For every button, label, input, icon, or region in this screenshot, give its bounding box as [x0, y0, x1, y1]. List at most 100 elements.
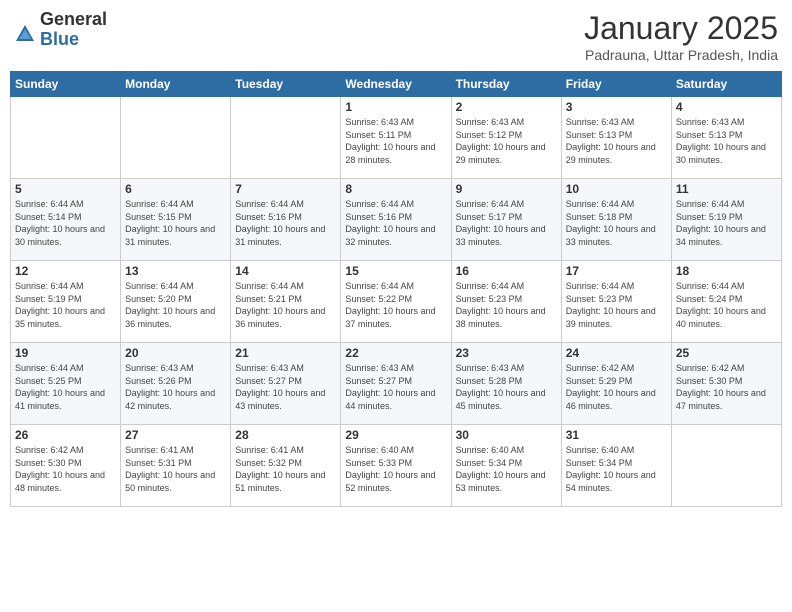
table-row: 9 Sunrise: 6:44 AM Sunset: 5:17 PM Daylig… [451, 179, 561, 261]
table-row: 31 Sunrise: 6:40 AM Sunset: 5:34 PM Dayli… [561, 425, 671, 507]
day-number: 9 [456, 182, 557, 196]
header: General Blue January 2025 Padrauna, Utta… [10, 10, 782, 63]
day-info: Sunrise: 6:43 AM Sunset: 5:26 PM Dayligh… [125, 362, 226, 412]
day-info: Sunrise: 6:41 AM Sunset: 5:31 PM Dayligh… [125, 444, 226, 494]
day-number: 11 [676, 182, 777, 196]
day-number: 19 [15, 346, 116, 360]
day-info: Sunrise: 6:43 AM Sunset: 5:11 PM Dayligh… [345, 116, 446, 166]
day-info: Sunrise: 6:42 AM Sunset: 5:30 PM Dayligh… [676, 362, 777, 412]
table-row: 30 Sunrise: 6:40 AM Sunset: 5:34 PM Dayli… [451, 425, 561, 507]
day-info: Sunrise: 6:44 AM Sunset: 5:22 PM Dayligh… [345, 280, 446, 330]
day-info: Sunrise: 6:44 AM Sunset: 5:20 PM Dayligh… [125, 280, 226, 330]
day-info: Sunrise: 6:44 AM Sunset: 5:21 PM Dayligh… [235, 280, 336, 330]
day-number: 20 [125, 346, 226, 360]
day-number: 2 [456, 100, 557, 114]
day-number: 24 [566, 346, 667, 360]
day-info: Sunrise: 6:44 AM Sunset: 5:23 PM Dayligh… [456, 280, 557, 330]
day-number: 8 [345, 182, 446, 196]
table-row [671, 425, 781, 507]
day-number: 27 [125, 428, 226, 442]
day-number: 21 [235, 346, 336, 360]
day-number: 25 [676, 346, 777, 360]
table-row: 11 Sunrise: 6:44 AM Sunset: 5:19 PM Dayli… [671, 179, 781, 261]
table-row: 29 Sunrise: 6:40 AM Sunset: 5:33 PM Dayli… [341, 425, 451, 507]
table-row: 1 Sunrise: 6:43 AM Sunset: 5:11 PM Daylig… [341, 97, 451, 179]
calendar-week-row: 1 Sunrise: 6:43 AM Sunset: 5:11 PM Daylig… [11, 97, 782, 179]
col-friday: Friday [561, 72, 671, 97]
col-sunday: Sunday [11, 72, 121, 97]
calendar-header-row: Sunday Monday Tuesday Wednesday Thursday… [11, 72, 782, 97]
table-row: 20 Sunrise: 6:43 AM Sunset: 5:26 PM Dayli… [121, 343, 231, 425]
day-info: Sunrise: 6:44 AM Sunset: 5:16 PM Dayligh… [235, 198, 336, 248]
table-row: 4Sunrise: 6:43 AM Sunset: 5:13 PM Daylig… [671, 97, 781, 179]
day-info: Sunrise: 6:43 AM Sunset: 5:27 PM Dayligh… [235, 362, 336, 412]
day-number: 28 [235, 428, 336, 442]
day-number: 16 [456, 264, 557, 278]
day-number: 30 [456, 428, 557, 442]
logo: General Blue [14, 10, 107, 50]
table-row: 14 Sunrise: 6:44 AM Sunset: 5:21 PM Dayli… [231, 261, 341, 343]
page: General Blue January 2025 Padrauna, Utta… [0, 0, 792, 612]
table-row: 8Sunrise: 6:44 AM Sunset: 5:16 PM Daylig… [341, 179, 451, 261]
col-wednesday: Wednesday [341, 72, 451, 97]
location-title: Padrauna, Uttar Pradesh, India [584, 47, 778, 63]
day-info: Sunrise: 6:43 AM Sunset: 5:12 PM Dayligh… [456, 116, 557, 166]
table-row: 25 Sunrise: 6:42 AM Sunset: 5:30 PM Dayli… [671, 343, 781, 425]
day-info: Sunrise: 6:43 AM Sunset: 5:13 PM Dayligh… [676, 116, 777, 166]
day-info: Sunrise: 6:44 AM Sunset: 5:14 PM Dayligh… [15, 198, 116, 248]
table-row: 23 Sunrise: 6:43 AM Sunset: 5:28 PM Dayli… [451, 343, 561, 425]
day-number: 15 [345, 264, 446, 278]
col-saturday: Saturday [671, 72, 781, 97]
table-row: 5 Sunrise: 6:44 AM Sunset: 5:14 PM Daylig… [11, 179, 121, 261]
day-number: 31 [566, 428, 667, 442]
calendar-week-row: 12Sunrise: 6:44 AM Sunset: 5:19 PM Dayli… [11, 261, 782, 343]
logo-general-text: General [40, 9, 107, 29]
table-row: 15 Sunrise: 6:44 AM Sunset: 5:22 PM Dayli… [341, 261, 451, 343]
table-row: 18Sunrise: 6:44 AM Sunset: 5:24 PM Dayli… [671, 261, 781, 343]
day-info: Sunrise: 6:44 AM Sunset: 5:19 PM Dayligh… [676, 198, 777, 248]
table-row: 17 Sunrise: 6:44 AM Sunset: 5:23 PM Dayli… [561, 261, 671, 343]
day-number: 10 [566, 182, 667, 196]
day-info: Sunrise: 6:42 AM Sunset: 5:29 PM Dayligh… [566, 362, 667, 412]
col-monday: Monday [121, 72, 231, 97]
table-row: 10 Sunrise: 6:44 AM Sunset: 5:18 PM Dayli… [561, 179, 671, 261]
title-block: January 2025 Padrauna, Uttar Pradesh, In… [584, 10, 778, 63]
logo-blue-text: Blue [40, 29, 79, 49]
day-number: 1 [345, 100, 446, 114]
day-info: Sunrise: 6:40 AM Sunset: 5:33 PM Dayligh… [345, 444, 446, 494]
day-info: Sunrise: 6:40 AM Sunset: 5:34 PM Dayligh… [456, 444, 557, 494]
day-number: 13 [125, 264, 226, 278]
day-number: 23 [456, 346, 557, 360]
table-row: 7 Sunrise: 6:44 AM Sunset: 5:16 PM Daylig… [231, 179, 341, 261]
calendar-week-row: 26Sunrise: 6:42 AM Sunset: 5:30 PM Dayli… [11, 425, 782, 507]
day-info: Sunrise: 6:44 AM Sunset: 5:18 PM Dayligh… [566, 198, 667, 248]
table-row: 28 Sunrise: 6:41 AM Sunset: 5:32 PM Dayli… [231, 425, 341, 507]
day-number: 7 [235, 182, 336, 196]
day-number: 29 [345, 428, 446, 442]
col-tuesday: Tuesday [231, 72, 341, 97]
calendar-week-row: 19 Sunrise: 6:44 AM Sunset: 5:25 PM Dayli… [11, 343, 782, 425]
day-info: Sunrise: 6:40 AM Sunset: 5:34 PM Dayligh… [566, 444, 667, 494]
day-info: Sunrise: 6:41 AM Sunset: 5:32 PM Dayligh… [235, 444, 336, 494]
day-number: 6 [125, 182, 226, 196]
day-info: Sunrise: 6:44 AM Sunset: 5:23 PM Dayligh… [566, 280, 667, 330]
day-number: 22 [345, 346, 446, 360]
table-row: 24 Sunrise: 6:42 AM Sunset: 5:29 PM Dayli… [561, 343, 671, 425]
table-row: 2 Sunrise: 6:43 AM Sunset: 5:12 PM Daylig… [451, 97, 561, 179]
day-info: Sunrise: 6:42 AM Sunset: 5:30 PM Dayligh… [15, 444, 116, 494]
day-number: 17 [566, 264, 667, 278]
table-row: 26Sunrise: 6:42 AM Sunset: 5:30 PM Dayli… [11, 425, 121, 507]
day-number: 5 [15, 182, 116, 196]
day-number: 14 [235, 264, 336, 278]
day-info: Sunrise: 6:44 AM Sunset: 5:25 PM Dayligh… [15, 362, 116, 412]
day-info: Sunrise: 6:44 AM Sunset: 5:15 PM Dayligh… [125, 198, 226, 248]
calendar: Sunday Monday Tuesday Wednesday Thursday… [10, 71, 782, 507]
table-row: 22 Sunrise: 6:43 AM Sunset: 5:27 PM Dayli… [341, 343, 451, 425]
day-info: Sunrise: 6:43 AM Sunset: 5:28 PM Dayligh… [456, 362, 557, 412]
table-row [231, 97, 341, 179]
logo-icon [14, 23, 36, 45]
table-row [121, 97, 231, 179]
calendar-week-row: 5 Sunrise: 6:44 AM Sunset: 5:14 PM Daylig… [11, 179, 782, 261]
day-info: Sunrise: 6:44 AM Sunset: 5:17 PM Dayligh… [456, 198, 557, 248]
day-info: Sunrise: 6:43 AM Sunset: 5:27 PM Dayligh… [345, 362, 446, 412]
